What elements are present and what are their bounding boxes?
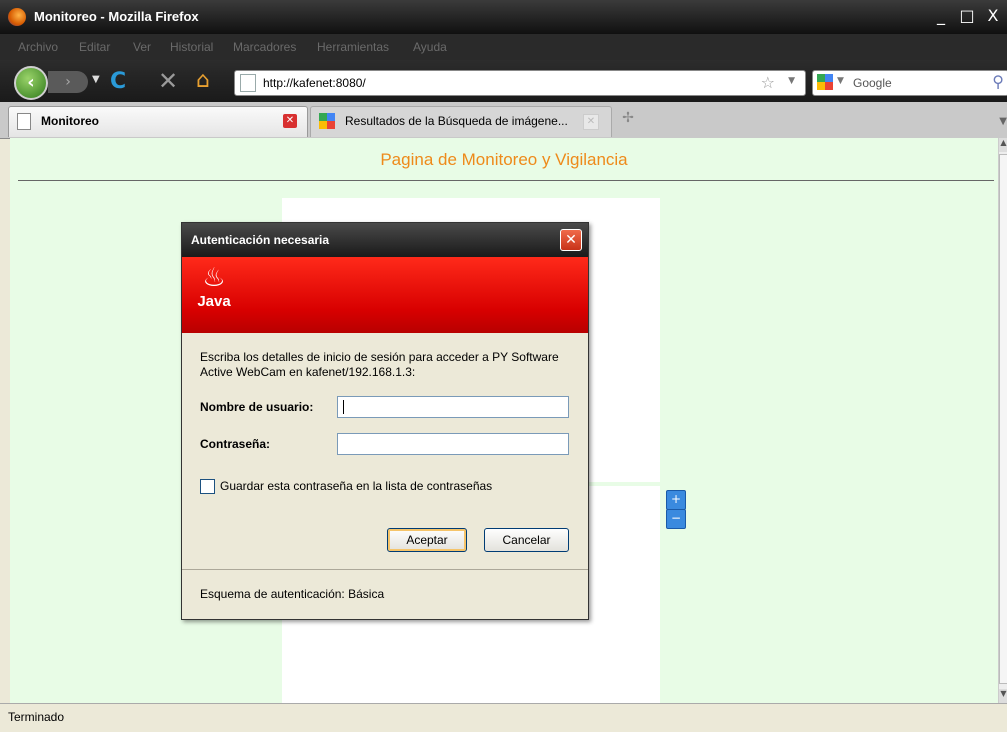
password-label: Contraseña: — [200, 437, 271, 451]
dialog-title: Autenticación necesaria — [191, 233, 330, 247]
home-icon[interactable]: ⌂ — [196, 68, 210, 93]
dialog-separator — [182, 569, 588, 570]
menu-ayuda[interactable]: Ayuda — [413, 40, 447, 54]
search-engine-dropdown-icon[interactable]: ▼ — [837, 76, 844, 86]
tab-label: Monitoreo — [41, 114, 99, 128]
close-tab-icon[interactable]: ✕ — [283, 114, 297, 128]
zoom-out-icon[interactable]: − — [666, 509, 686, 529]
java-logo: ♨ Java — [190, 263, 238, 327]
forward-button[interactable]: › — [48, 71, 88, 93]
browser-window: Monitoreo - Mozilla Firefox _ □ X Archiv… — [0, 0, 1007, 732]
search-icon[interactable]: ⚲ — [992, 72, 1004, 91]
scrollbar-thumb[interactable] — [999, 154, 1007, 684]
menu-herramientas[interactable]: Herramientas — [317, 40, 389, 54]
text-caret — [343, 400, 344, 414]
google-icon[interactable] — [817, 74, 833, 90]
tab-scroll-icon[interactable]: ▼ — [999, 116, 1007, 127]
auth-scheme-text: Esquema de autenticación: Básica — [200, 587, 385, 601]
bookmark-star-icon[interactable]: ☆ — [761, 73, 775, 92]
menu-marcadores[interactable]: Marcadores — [233, 40, 296, 54]
status-bar: Terminado — [0, 703, 1007, 732]
stop-icon[interactable]: ✕ — [158, 67, 178, 95]
reload-icon[interactable]: C — [110, 69, 126, 94]
menu-ver[interactable]: Ver — [133, 40, 151, 54]
title-bar: Monitoreo - Mozilla Firefox _ □ X — [0, 0, 1007, 34]
new-tab-icon[interactable]: ✢ — [616, 110, 640, 132]
search-input[interactable]: Google — [853, 76, 892, 90]
dialog-message: Escriba los detalles de inicio de sesión… — [200, 350, 559, 379]
url-dropdown-icon[interactable]: ▼ — [788, 76, 795, 86]
remember-password-label[interactable]: Guardar esta contraseña en la lista de c… — [220, 479, 492, 493]
username-label: Nombre de usuario: — [200, 400, 314, 414]
status-text: Terminado — [8, 710, 65, 724]
menu-historial[interactable]: Historial — [170, 40, 213, 54]
java-cup-icon: ♨ — [202, 263, 226, 293]
cancel-button[interactable]: Cancelar — [484, 528, 569, 552]
window-title: Monitoreo - Mozilla Firefox — [34, 9, 199, 24]
tab-bar: Monitoreo ✕ Resultados de la Búsqueda de… — [0, 102, 1007, 139]
close-window-button[interactable]: X — [982, 6, 1004, 28]
history-dropdown-icon[interactable]: ▼ — [92, 74, 100, 85]
vertical-scrollbar[interactable]: ▲ ▼ — [998, 138, 1007, 703]
dialog-title-bar: Autenticación necesaria ✕ — [182, 223, 588, 257]
tab-google-images[interactable]: Resultados de la Búsqueda de imágene... … — [310, 106, 612, 137]
minimize-button[interactable]: _ — [930, 6, 952, 28]
username-input[interactable] — [337, 396, 569, 418]
auth-dialog: Autenticación necesaria ✕ ♨ Java Escriba… — [181, 222, 589, 620]
tab-monitoreo[interactable]: Monitoreo ✕ — [8, 106, 308, 137]
password-input[interactable] — [337, 433, 569, 455]
page-heading: Pagina de Monitoreo y Vigilancia — [380, 150, 628, 169]
page-icon — [17, 113, 31, 130]
menu-archivo[interactable]: Archivo — [18, 40, 58, 54]
google-icon — [319, 113, 335, 129]
divider — [18, 180, 994, 181]
back-button[interactable]: ‹ — [14, 66, 48, 100]
java-banner: ♨ Java — [182, 257, 588, 333]
firefox-icon — [8, 8, 26, 26]
java-logo-text: Java — [197, 293, 231, 310]
page-icon — [240, 74, 256, 92]
close-tab-icon[interactable]: ✕ — [583, 114, 599, 130]
menu-bar: Archivo Editar Ver Historial Marcadores … — [0, 34, 1007, 60]
zoom-in-icon[interactable]: + — [666, 490, 686, 510]
scroll-down-icon[interactable]: ▼ — [999, 689, 1007, 703]
scroll-up-icon[interactable]: ▲ — [999, 138, 1007, 152]
navigation-toolbar: ‹ › ▼ C ✕ ⌂ http://kafenet:8080/ ☆ ▼ ▼ G… — [0, 60, 1007, 102]
remember-password-checkbox[interactable] — [200, 479, 215, 494]
search-bar[interactable]: ▼ Google ⚲ — [812, 70, 1007, 96]
dialog-close-button[interactable]: ✕ — [560, 229, 582, 251]
tab-label: Resultados de la Búsqueda de imágene... — [345, 114, 568, 128]
accept-button[interactable]: Aceptar — [387, 528, 467, 552]
menu-editar[interactable]: Editar — [79, 40, 110, 54]
url-text[interactable]: http://kafenet:8080/ — [263, 76, 366, 90]
url-bar[interactable]: http://kafenet:8080/ ☆ ▼ — [234, 70, 806, 96]
maximize-button[interactable]: □ — [956, 6, 978, 28]
